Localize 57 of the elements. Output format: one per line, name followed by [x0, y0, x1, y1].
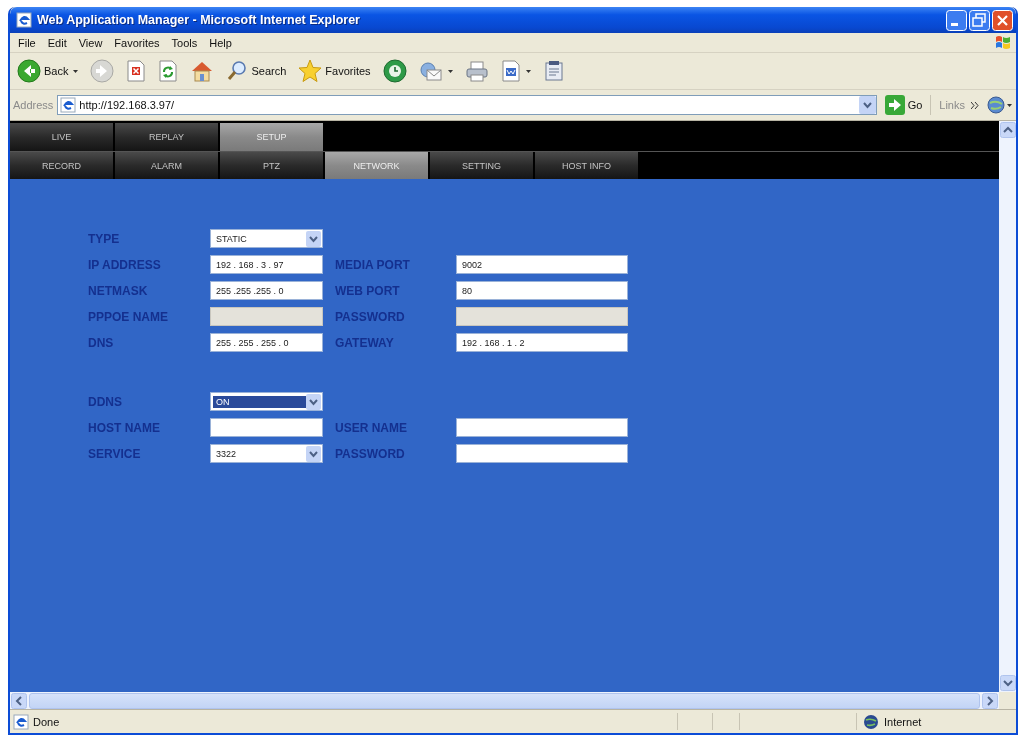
notepad-icon: [542, 60, 565, 82]
vertical-scrollbar[interactable]: [999, 121, 1016, 692]
favorites-button[interactable]: Favorites: [294, 57, 375, 85]
search-button[interactable]: Search: [222, 58, 291, 84]
chevron-icon: [971, 101, 979, 109]
globe-icon: [863, 713, 879, 730]
page-e-icon: [16, 12, 32, 28]
dropdown[interactable]: ON: [210, 392, 323, 411]
address-label: Address: [13, 99, 54, 111]
main-tab[interactable]: LIVE: [10, 123, 113, 151]
page-e-icon: [60, 97, 77, 113]
maximize-icon[interactable]: [969, 9, 990, 31]
sub-tab[interactable]: ALARM: [115, 152, 218, 179]
text-field[interactable]: 9002: [456, 255, 628, 274]
text-field[interactable]: 255 .255 .255 . 0: [210, 281, 323, 300]
text-field[interactable]: 192 . 168 . 3 . 97: [210, 255, 323, 274]
menu-item[interactable]: File: [12, 36, 42, 49]
star-icon: [298, 59, 323, 83]
printer-icon: [464, 60, 489, 82]
globe-icon[interactable]: [987, 95, 1013, 115]
menu-item[interactable]: Help: [203, 36, 238, 49]
page-e-icon: [13, 713, 29, 730]
text-field[interactable]: 192 . 168 . 1 . 2: [456, 333, 628, 352]
sub-tab[interactable]: RECORD: [10, 152, 113, 179]
text-field[interactable]: [210, 418, 323, 437]
dropdown[interactable]: 3322: [210, 444, 323, 463]
menu-item[interactable]: Favorites: [108, 36, 166, 49]
text-field[interactable]: 255 . 255 . 255 . 0: [210, 333, 323, 352]
menu-item[interactable]: Edit: [41, 36, 73, 49]
clock-icon: [382, 59, 407, 83]
go-button[interactable]: Go: [880, 95, 927, 115]
status-text: Done: [33, 715, 61, 728]
address-field[interactable]: http://192.168.3.97/: [57, 95, 877, 115]
dropdown[interactable]: STATIC: [210, 229, 323, 248]
sub-tab[interactable]: SETTING: [430, 152, 533, 179]
search-icon: [226, 60, 249, 82]
caret-icon: [73, 69, 79, 73]
sub-tab[interactable]: HOST INFO: [535, 152, 638, 179]
text-field[interactable]: 80: [456, 281, 628, 300]
menu-item[interactable]: Tools: [165, 36, 204, 49]
caret-icon: [525, 69, 531, 73]
horizontal-scrollbar[interactable]: [10, 692, 999, 709]
sub-tab[interactable]: PTZ: [220, 152, 323, 179]
menu-item[interactable]: View: [72, 36, 109, 49]
document-icon: [500, 60, 521, 82]
text-field[interactable]: [456, 418, 628, 437]
window-title: Web Application Manager - Microsoft Internet Explorer: [37, 13, 360, 27]
zone-text: Internet: [884, 715, 922, 728]
close-icon[interactable]: [992, 9, 1013, 31]
main-tab[interactable]: REPLAY: [115, 123, 218, 151]
envelope-icon: [418, 60, 443, 82]
minimize-icon[interactable]: [946, 9, 967, 31]
text-field[interactable]: [456, 444, 628, 463]
caret-icon: [447, 69, 453, 73]
refresh-icon: [158, 60, 179, 82]
document-x-icon: [126, 60, 147, 82]
back-button[interactable]: Back: [13, 57, 83, 85]
